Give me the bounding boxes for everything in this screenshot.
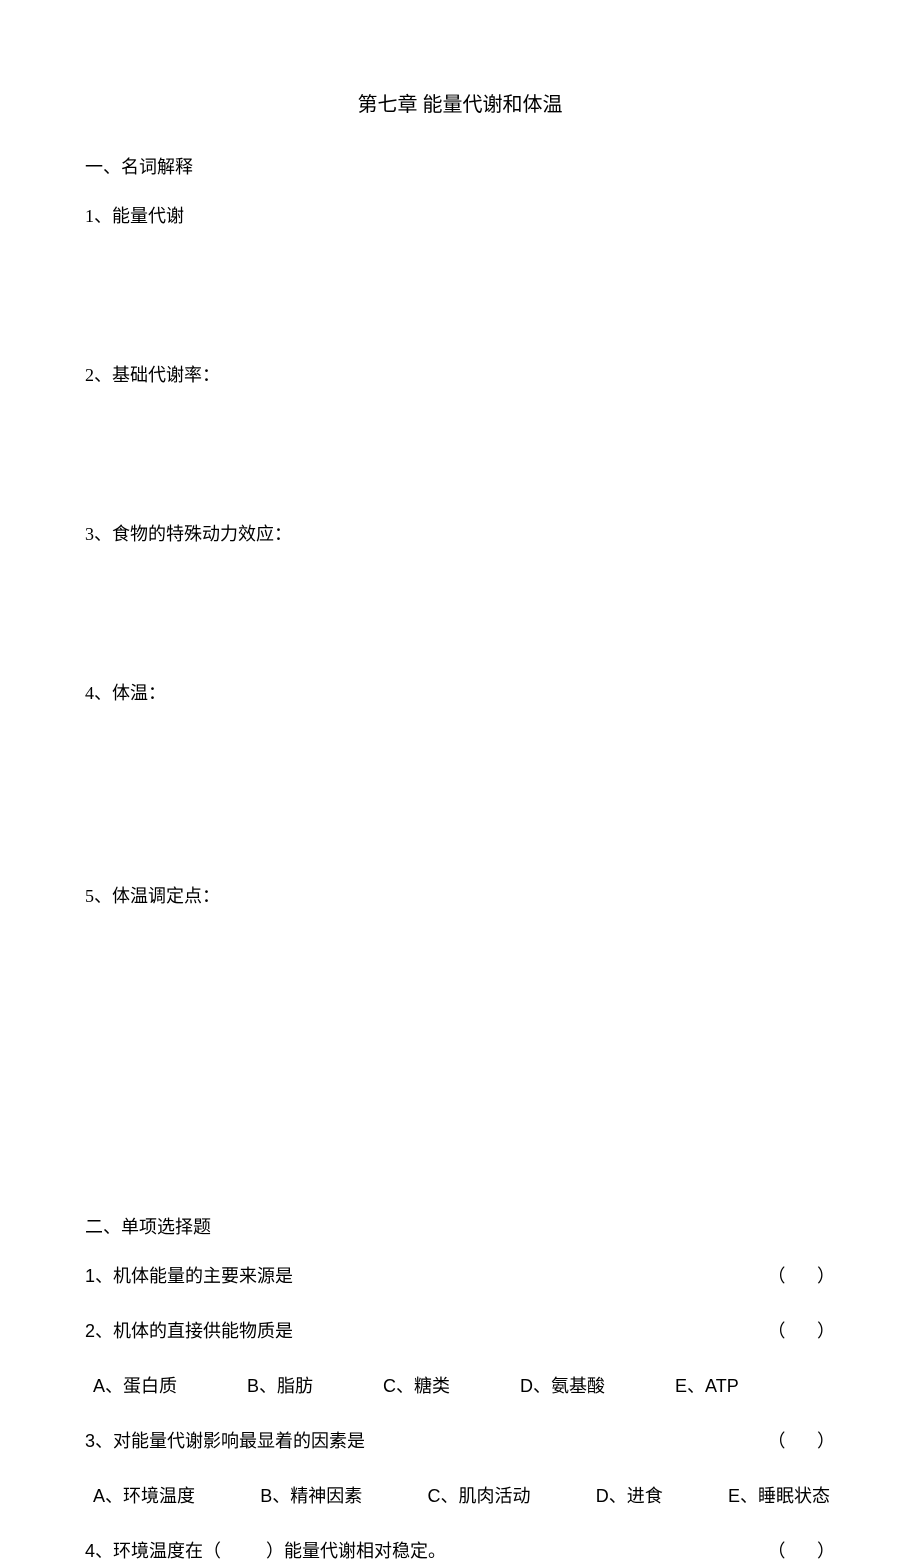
q3-option-b[interactable]: B、精神因素 (260, 1483, 362, 1510)
term-5-text[interactable]: 5、体温调定点： (85, 886, 220, 906)
q4-stem: 4、环境温度在（ ）能量代谢相对稳定。 (85, 1538, 768, 1565)
q1-answer-blank[interactable]: （ ） (768, 1263, 836, 1290)
q3-option-a[interactable]: A、环境温度 (93, 1483, 195, 1510)
q3-stem-text: 、对能量代谢影响最显着的因素是 (95, 1431, 365, 1451)
term-1: 1、能量代谢 (85, 203, 835, 230)
q4-number: 4 (85, 1541, 95, 1561)
q2-answer-blank[interactable]: （ ） (768, 1318, 836, 1345)
section-2-heading: 二、单项选择题 (85, 1214, 835, 1241)
q1q2-options: A、蛋白质 B、脂肪 C、糖类 D、氨基酸 E、ATP (93, 1373, 835, 1400)
q3-option-e[interactable]: E、睡眠状态 (728, 1483, 830, 1510)
term-5: 5、体温调定点： (85, 883, 835, 910)
q4-stem-after: ）能量代谢相对稳定。 (266, 1541, 446, 1561)
option-a[interactable]: A、蛋白质 (93, 1373, 177, 1400)
q3-answer-blank[interactable]: （ ） (768, 1428, 836, 1455)
q4-answer-blank[interactable]: （ ） (768, 1538, 836, 1565)
question-3: 3、对能量代谢影响最显着的因素是 （ ） (85, 1428, 835, 1455)
q2-stem-text: 、机体的直接供能物质是 (95, 1321, 293, 1341)
option-e[interactable]: E、ATP (675, 1373, 739, 1400)
q2-number: 2 (85, 1321, 95, 1341)
q3-number: 3 (85, 1431, 95, 1451)
q1-stem: 1、机体能量的主要来源是 (85, 1263, 768, 1290)
term-4-text[interactable]: 4、体温： (85, 683, 166, 703)
q4-stem-before: 、环境温度在（ (95, 1541, 221, 1561)
option-d[interactable]: D、氨基酸 (520, 1373, 605, 1400)
q1-stem-text: 、机体能量的主要来源是 (95, 1266, 293, 1286)
q1-number: 1 (85, 1266, 95, 1286)
term-1-text[interactable]: 1、能量代谢 (85, 206, 184, 226)
option-c[interactable]: C、糖类 (383, 1373, 450, 1400)
q3-stem: 3、对能量代谢影响最显着的因素是 (85, 1428, 768, 1455)
document-page: 第七章 能量代谢和体温 一、名词解释 1、能量代谢 2、基础代谢率： 3、食物的… (0, 0, 920, 1304)
section-gap (85, 1042, 835, 1214)
option-b[interactable]: B、脂肪 (247, 1373, 313, 1400)
q3-option-d[interactable]: D、进食 (596, 1483, 663, 1510)
q4-inline-blank[interactable] (221, 1541, 266, 1561)
term-2-text[interactable]: 2、基础代谢率： (85, 365, 220, 385)
term-3: 3、食物的特殊动力效应： (85, 521, 835, 548)
question-2: 2、机体的直接供能物质是 （ ） (85, 1318, 835, 1345)
term-4: 4、体温： (85, 680, 835, 707)
q3-option-c[interactable]: C、肌肉活动 (428, 1483, 531, 1510)
section-1-heading: 一、名词解释 (85, 154, 835, 181)
term-3-text[interactable]: 3、食物的特殊动力效应： (85, 524, 292, 544)
term-2: 2、基础代谢率： (85, 362, 835, 389)
question-4: 4、环境温度在（ ）能量代谢相对稳定。 （ ） (85, 1538, 835, 1565)
chapter-title: 第七章 能量代谢和体温 (85, 90, 835, 120)
question-1: 1、机体能量的主要来源是 （ ） (85, 1263, 835, 1290)
q2-stem: 2、机体的直接供能物质是 (85, 1318, 768, 1345)
q3-options: A、环境温度 B、精神因素 C、肌肉活动 D、进食 E、睡眠状态 (93, 1483, 835, 1510)
